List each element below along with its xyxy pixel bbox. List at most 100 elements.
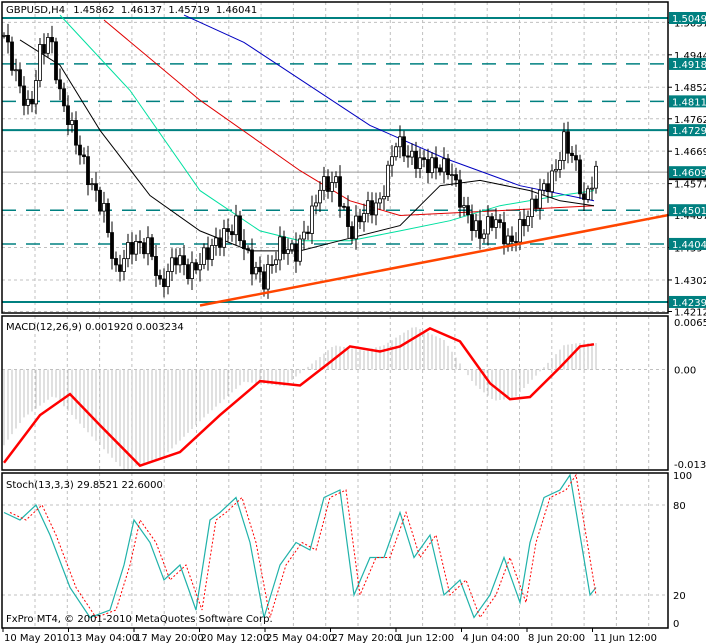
price-tick-label: 1.46695 <box>674 147 706 158</box>
candle-body <box>454 174 458 181</box>
time-axis-label: 11 Jun 12:00 <box>594 633 658 644</box>
level-price-label: 1.47295 <box>672 126 706 137</box>
candle-body <box>214 237 218 246</box>
candle-body <box>458 179 462 208</box>
candle-body <box>126 242 130 260</box>
candle-body <box>138 241 142 244</box>
candle-body <box>334 176 338 183</box>
candle-body <box>194 262 198 271</box>
candle-body <box>314 202 318 207</box>
candle-body <box>590 187 594 190</box>
candle-body <box>74 120 78 146</box>
candle-body <box>326 176 330 192</box>
candle-body <box>358 215 362 223</box>
candle-body <box>426 159 430 174</box>
candle-body <box>506 235 510 245</box>
candle-body <box>146 237 150 255</box>
macd-axis-label: 0.00 <box>674 366 696 377</box>
candle-body <box>526 216 530 227</box>
close-value: 1.46041 <box>216 5 257 16</box>
candle-body <box>34 80 38 105</box>
candle-body <box>530 198 534 218</box>
candle-body <box>302 231 306 240</box>
candle-body <box>370 200 374 216</box>
price-tick-label: 1.42120 <box>674 307 706 318</box>
candle-body <box>414 150 418 169</box>
pane-border <box>1 472 669 629</box>
trendline[interactable] <box>199 213 669 307</box>
candle-body <box>418 157 422 169</box>
candle-body <box>190 262 194 279</box>
candle-body <box>402 136 406 157</box>
candle-body <box>238 215 242 242</box>
ma-black-line <box>19 39 595 252</box>
low-value: 1.45719 <box>168 5 209 16</box>
stoch-main-line <box>3 473 597 619</box>
candle-body <box>202 247 206 265</box>
candle-body <box>542 183 546 191</box>
candle-body <box>566 131 570 154</box>
candle-body <box>410 150 414 158</box>
candle-body <box>558 160 562 170</box>
trading-chart[interactable]: 1.503701.494451.485201.476201.466951.457… <box>0 0 706 644</box>
candle-body <box>446 158 450 176</box>
candle-body <box>570 152 574 157</box>
candle-body <box>170 257 174 272</box>
candle-body <box>178 255 182 266</box>
stoch-axis-label: 100 <box>673 471 692 482</box>
candle-body <box>86 156 90 186</box>
candle-body <box>342 205 346 208</box>
time-axis-label: 1 Jun 12:00 <box>397 633 454 644</box>
candle-body <box>162 278 166 288</box>
candle-body <box>10 41 14 71</box>
candle-body <box>482 233 486 239</box>
price-tick-label: 1.45770 <box>674 180 706 191</box>
candle-body <box>550 170 554 193</box>
candle-body <box>422 157 426 160</box>
candle-body <box>110 232 114 259</box>
stoch-label: Stoch(13,3,3) 29.8521 22.6000 <box>6 480 163 491</box>
stoch-axis-label: 20 <box>673 591 686 602</box>
candle-body <box>174 257 178 266</box>
candle-body <box>78 144 82 156</box>
candle-body <box>494 219 498 228</box>
time-axis-label: 25 May 04:00 <box>266 633 335 644</box>
candle-body <box>182 255 186 266</box>
candle-body <box>114 258 118 266</box>
price-candles <box>2 23 598 299</box>
macd-label: MACD(12,26,9) 0.001920 0.003234 <box>6 322 184 333</box>
candle-body <box>490 216 494 228</box>
candle-body <box>346 206 350 227</box>
chart-header: GBPUSD,H4 1.45862 1.46137 1.45719 1.4604… <box>6 5 257 16</box>
candle-body <box>66 105 70 125</box>
support-trendline <box>199 213 669 307</box>
candle-body <box>70 120 74 125</box>
candle-body <box>242 240 246 250</box>
candle-body <box>394 146 398 158</box>
candle-body <box>234 215 238 236</box>
candle-body <box>474 220 478 231</box>
candle-body <box>442 158 446 173</box>
candle-body <box>166 271 170 288</box>
macd-axis-label: 0.00658 <box>674 318 706 329</box>
candle-body <box>574 155 578 161</box>
symbol-label: GBPUSD,H4 <box>6 5 65 16</box>
candle-body <box>198 264 202 271</box>
candle-body <box>406 155 410 158</box>
candle-body <box>306 231 310 234</box>
candle-body <box>522 219 526 227</box>
candle-body <box>282 236 286 254</box>
candle-body <box>382 196 386 200</box>
candle-body <box>262 271 266 290</box>
time-axis-label: 10 May 2010 <box>4 633 69 644</box>
candle-body <box>22 85 26 106</box>
level-price-label: 1.45011 <box>672 206 706 217</box>
candle-body <box>438 167 442 173</box>
candle-body <box>226 228 230 232</box>
time-axis-label: 4 Jun 04:00 <box>463 633 520 644</box>
price-tick-label: 1.48520 <box>674 83 706 94</box>
candle-body <box>246 248 250 251</box>
level-price-label: 1.50496 <box>672 14 706 25</box>
copyright-label: FxPro MT4, © 2001-2010 MetaQuotes Softwa… <box>6 614 273 625</box>
candle-body <box>58 79 62 90</box>
